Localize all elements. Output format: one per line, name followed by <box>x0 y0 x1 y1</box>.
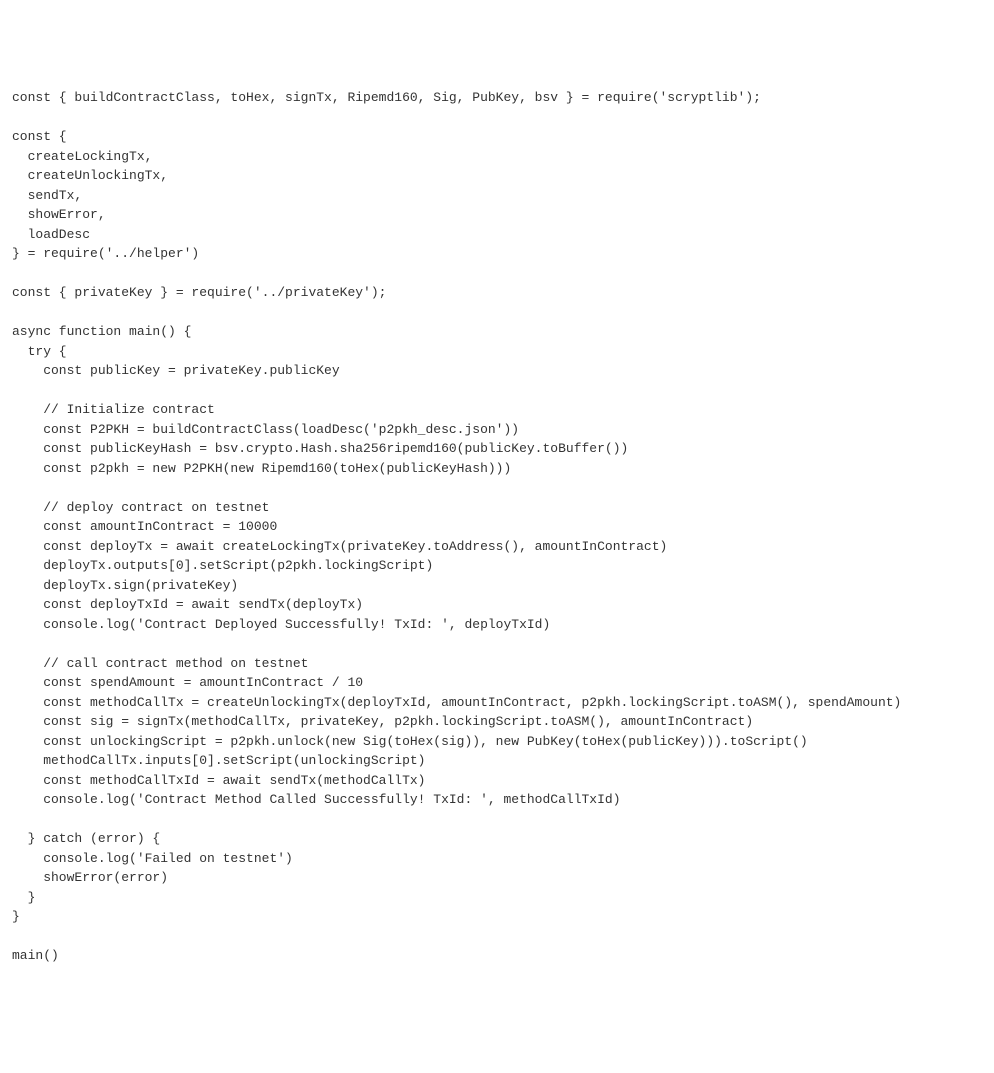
code-line: const unlockingScript = p2pkh.unlock(new… <box>12 734 808 749</box>
code-line: createUnlockingTx, <box>12 168 168 183</box>
code-line: const { privateKey } = require('../priva… <box>12 285 386 300</box>
code-line: async function main() { <box>12 324 191 339</box>
code-line: const methodCallTxId = await sendTx(meth… <box>12 773 425 788</box>
code-line: } = require('../helper') <box>12 246 199 261</box>
code-line: showError(error) <box>12 870 168 885</box>
code-line: const p2pkh = new P2PKH(new Ripemd160(to… <box>12 461 511 476</box>
code-line: showError, <box>12 207 106 222</box>
code-line: const sig = signTx(methodCallTx, private… <box>12 714 753 729</box>
code-line: const spendAmount = amountInContract / 1… <box>12 675 363 690</box>
code-line: // call contract method on testnet <box>12 656 308 671</box>
code-line: } catch (error) { <box>12 831 160 846</box>
code-line: try { <box>12 344 67 359</box>
code-line: // deploy contract on testnet <box>12 500 269 515</box>
code-line: const deployTxId = await sendTx(deployTx… <box>12 597 363 612</box>
code-line: // Initialize contract <box>12 402 215 417</box>
code-line: } <box>12 890 35 905</box>
code-line: main() <box>12 948 59 963</box>
code-line: deployTx.outputs[0].setScript(p2pkh.lock… <box>12 558 433 573</box>
code-block: const { buildContractClass, toHex, signT… <box>12 88 982 966</box>
code-line: const publicKeyHash = bsv.crypto.Hash.sh… <box>12 441 628 456</box>
code-line: const publicKey = privateKey.publicKey <box>12 363 340 378</box>
code-line: const methodCallTx = createUnlockingTx(d… <box>12 695 901 710</box>
code-line: const amountInContract = 10000 <box>12 519 277 534</box>
code-line: } <box>12 909 20 924</box>
code-line: const deployTx = await createLockingTx(p… <box>12 539 667 554</box>
code-line: methodCallTx.inputs[0].setScript(unlocki… <box>12 753 425 768</box>
code-line: const P2PKH = buildContractClass(loadDes… <box>12 422 519 437</box>
code-line: loadDesc <box>12 227 90 242</box>
code-line: sendTx, <box>12 188 82 203</box>
code-line: createLockingTx, <box>12 149 152 164</box>
code-line: const { buildContractClass, toHex, signT… <box>12 90 761 105</box>
code-line: deployTx.sign(privateKey) <box>12 578 238 593</box>
code-line: console.log('Contract Method Called Succ… <box>12 792 621 807</box>
code-line: const { <box>12 129 67 144</box>
code-line: console.log('Contract Deployed Successfu… <box>12 617 550 632</box>
code-line: console.log('Failed on testnet') <box>12 851 293 866</box>
